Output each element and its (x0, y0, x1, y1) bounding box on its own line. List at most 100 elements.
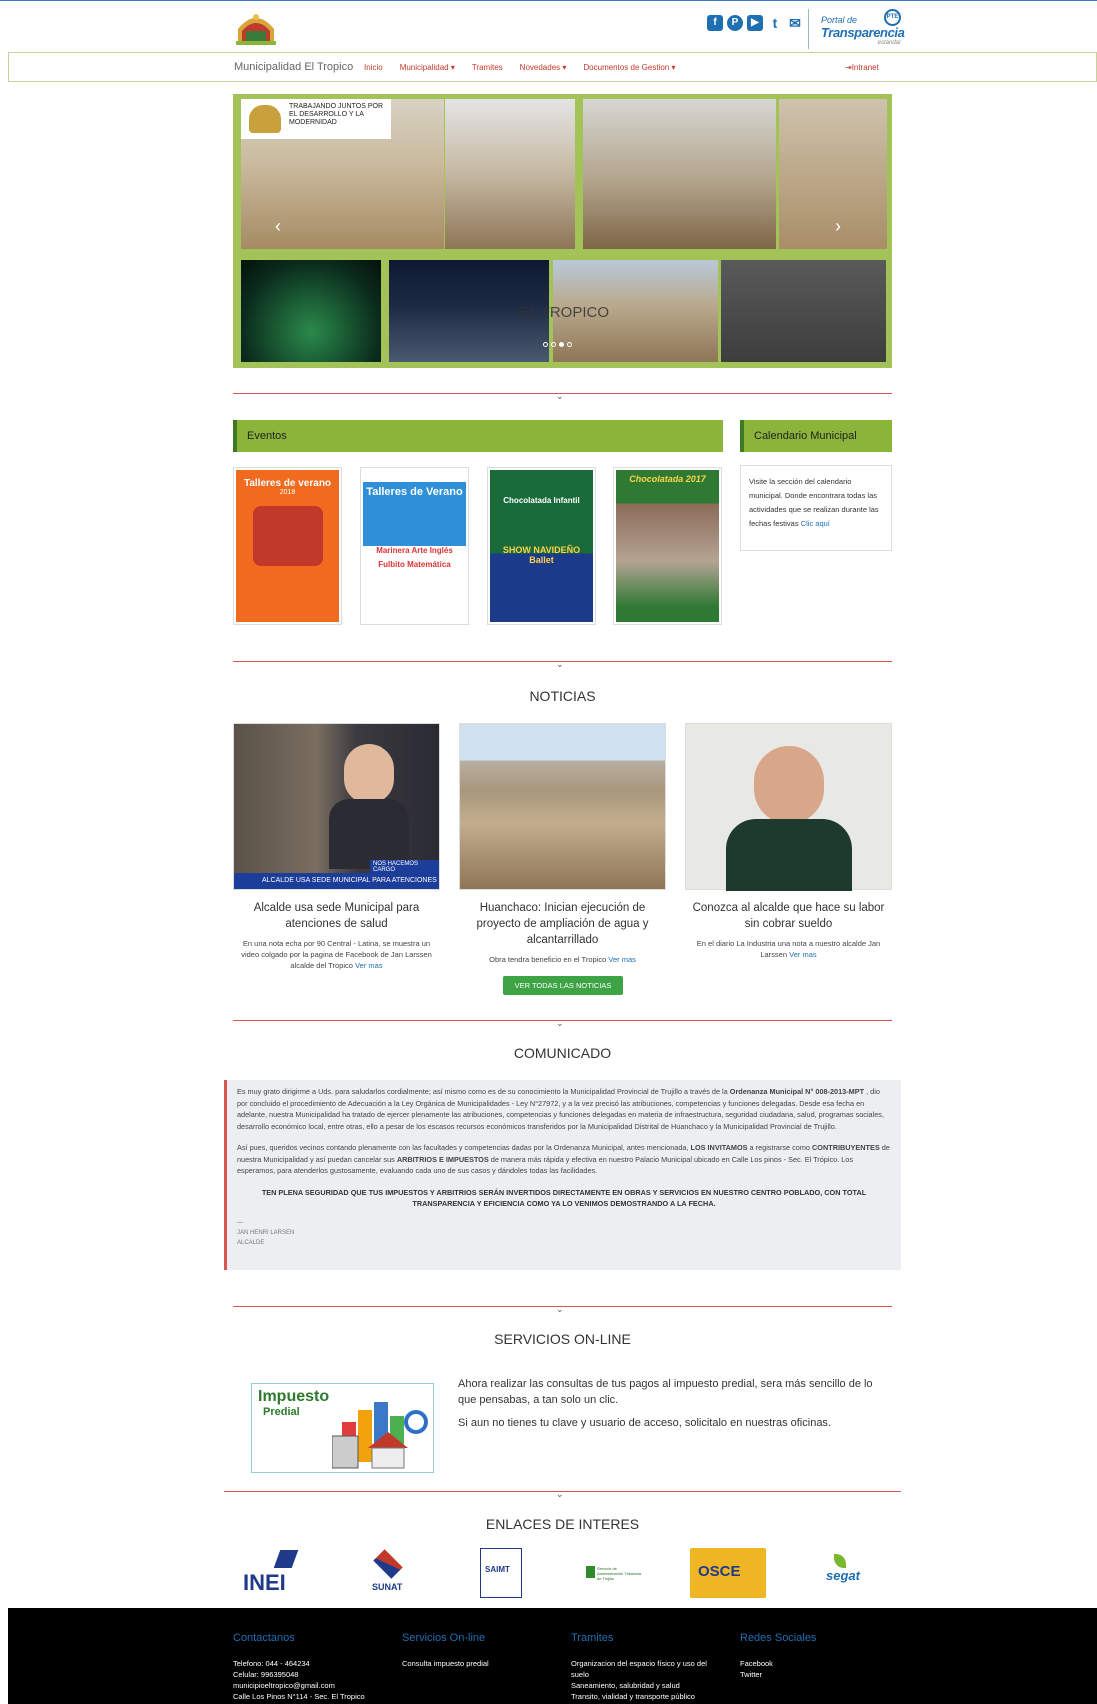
inei-link[interactable]: INEI (243, 1548, 305, 1598)
pinterest-icon[interactable]: P (727, 15, 743, 31)
footer-services: Servicios On-line Consulta impuesto pred… (402, 1608, 489, 1669)
comunicado-paragraph: Es muy grato dirigirme a Uds. para salud… (237, 1087, 884, 1131)
noticias-heading: NOTICIAS (529, 688, 596, 704)
osce-logo-text: OSCE (698, 1563, 741, 1580)
sat-logo-text: Servicio de Administración Tributaria de… (597, 1566, 642, 1581)
carousel-dot[interactable] (567, 342, 572, 347)
municipality-logo[interactable] (234, 11, 278, 47)
ver-todas-noticias-button[interactable]: VER TODAS LAS NOTICIAS (503, 976, 623, 995)
inei-logo-text: INEI (243, 1570, 286, 1595)
servicios-text: Ahora realizar las consultas de tus pago… (458, 1376, 892, 1438)
footer-redes-title: Redes Sociales (740, 1632, 817, 1644)
event-poster[interactable]: Talleres de verano 2018 (233, 467, 342, 625)
enlaces-heading: ENLACES DE INTERES (485, 1516, 640, 1532)
servicios-paragraph: Ahora realizar las consultas de tus pago… (458, 1378, 873, 1406)
comunicado-dash: — (237, 1219, 243, 1226)
pte-badge-icon: PTE (884, 9, 901, 26)
footer-service-link[interactable]: Consulta impuesto predial (402, 1658, 489, 1669)
social-icons: f P ▶ t ✉ (707, 15, 803, 31)
comunicado-heading: COMUNICADO (513, 1045, 612, 1061)
carousel-next-icon[interactable]: › (835, 216, 841, 237)
poster-sub: SHOW NAVIDEÑO Ballet (502, 545, 581, 565)
news-desc: En una nota echa por 90 Central - Latina… (241, 939, 432, 970)
carousel-dot[interactable] (543, 342, 548, 347)
nav-item-novedades[interactable]: Novedades ▾ (520, 63, 567, 72)
footer-facebook-link[interactable]: Facebook (740, 1658, 816, 1669)
footer-email[interactable]: municipioeltropico@gmail.com (233, 1680, 365, 1691)
carousel-dot-active[interactable] (559, 342, 564, 347)
poster-heading: Chocolatada Infantil (503, 496, 580, 505)
poster-heading: Talleres de Verano (366, 486, 463, 498)
nav-item-municipalidad[interactable]: Municipalidad ▾ (400, 63, 455, 72)
comunicado-paragraph: Así pues, queridos vecinos contando plen… (237, 1143, 890, 1175)
calendario-heading: Calendario Municipal (740, 420, 892, 452)
osce-link[interactable]: OSCE (690, 1548, 766, 1598)
calendario-link[interactable]: Clic aquí (801, 519, 830, 528)
sunat-link[interactable]: SUNAT (364, 1548, 414, 1598)
news-overlay: ALCALDE USA SEDE MUNICIPAL PARA ATENCION… (234, 873, 439, 900)
segat-logo-text: segat (826, 1568, 860, 1583)
news-tag: NOS HACEMOS CARGO (370, 860, 439, 874)
chevron-down-icon: ⌄ (556, 659, 564, 669)
footer-services-title: Servicios On-line (402, 1632, 486, 1644)
footer-address: Calle Los Pinos N°114 - Sec. El Tropico (233, 1692, 365, 1701)
comunicado-highlight: TEN PLENA SEGURIDAD QUE TUS IMPUESTOS Y … (261, 1187, 867, 1209)
intranet-link[interactable]: ⇥Intranet (845, 63, 879, 72)
sat-trujillo-link[interactable]: Servicio de Administración Tributaria de… (586, 1548, 642, 1598)
impuesto-predial-link[interactable]: Impuesto Predial (251, 1383, 434, 1473)
servicios-paragraph: Si aun no tienes tu clave y usuario de a… (458, 1417, 831, 1429)
event-poster[interactable]: Talleres de Verano Marinera Arte Inglés … (360, 467, 469, 625)
portal-subtitle: estándar (877, 40, 901, 46)
calculator-house-icon (332, 1402, 428, 1469)
footer-tramites: Tramites Organizacion del espacio físico… (571, 1608, 721, 1702)
slide-logo-icon (249, 105, 281, 133)
chevron-down-icon: ⌄ (556, 1489, 564, 1499)
nav-item-documentos[interactable]: Documentos de Gestion ▾ (583, 63, 675, 72)
nav-item-tramites[interactable]: Tramites (472, 63, 503, 72)
event-poster[interactable]: Chocolatada Infantil SHOW NAVIDEÑO Balle… (487, 467, 596, 625)
twitter-icon[interactable]: t (767, 15, 783, 31)
segat-link[interactable]: segat (822, 1548, 862, 1598)
news-read-more-link[interactable]: Ver mas (355, 961, 383, 970)
slide-logo-text: TRABAJANDO JUNTOS POR EL DESARROLLO Y LA… (289, 103, 383, 126)
footer-tramites-title: Tramites (571, 1632, 614, 1644)
calendario-box: Visite la sección del calendario municip… (740, 465, 892, 551)
eventos-heading: Eventos (233, 420, 723, 452)
sunat-logo-text: SUNAT (372, 1582, 403, 1592)
image-carousel: TRABAJANDO JUNTOS POR EL DESARROLLO Y LA… (233, 94, 892, 368)
footer-tramite-link[interactable]: Saneamiento, salubridad y salud (571, 1680, 721, 1691)
news-read-more-link[interactable]: Ver mas (789, 950, 817, 959)
navbar-brand[interactable]: Municipalidad El Tropico (234, 61, 353, 73)
portal-title: Transparencia (821, 25, 905, 40)
carousel-caption: EL TROPICO (519, 304, 610, 321)
news-image[interactable]: NOS HACEMOS CARGO ALCALDE USA SEDE MUNIC… (233, 723, 440, 900)
news-image[interactable] (459, 723, 666, 890)
carousel-dot[interactable] (551, 342, 556, 347)
slide-logo-banner: TRABAJANDO JUNTOS POR EL DESARROLLO Y LA… (241, 99, 391, 139)
youtube-icon[interactable]: ▶ (747, 15, 763, 31)
poster-sub: Marinera Arte Inglés Fulbito Matemática (376, 546, 453, 569)
comunicado-role: ALCALDE (237, 1239, 265, 1246)
slide-photo-presentation (721, 260, 886, 362)
nav-item-inicio[interactable]: Inicio (364, 63, 383, 72)
footer-contact-title: Contactanos (233, 1632, 295, 1644)
footer-cell: Celular: 996395048 (233, 1670, 299, 1679)
footer-tramite-link[interactable]: Transito, vialidad y transporte público (571, 1691, 721, 1702)
mail-icon[interactable]: ✉ (787, 15, 803, 31)
chevron-down-icon: ⌄ (556, 1018, 564, 1028)
news-card: Huanchaco: Inician ejecución de proyecto… (459, 723, 666, 965)
news-title[interactable]: Huanchaco: Inician ejecución de proyecto… (459, 900, 666, 948)
footer-twitter-link[interactable]: Twitter (740, 1669, 816, 1680)
footer-tramite-link[interactable]: Organizacion del espacio físico y uso de… (571, 1658, 721, 1680)
saimt-link[interactable]: SAIMT (480, 1548, 522, 1598)
news-title[interactable]: Conozca al alcalde que hace su labor sin… (685, 900, 892, 932)
facebook-icon[interactable]: f (707, 15, 723, 31)
slide-photo-dancers (241, 260, 381, 362)
news-image[interactable] (685, 723, 892, 891)
slide-photo-bulldozer (583, 99, 776, 249)
carousel-prev-icon[interactable]: ‹ (275, 216, 281, 237)
event-poster[interactable]: Chocolatada 2017 (613, 467, 722, 625)
news-card: NOS HACEMOS CARGO ALCALDE USA SEDE MUNIC… (233, 723, 440, 971)
portal-transparencia-link[interactable]: PTE Portal de Transparencia estándar (808, 9, 905, 49)
news-read-more-link[interactable]: Ver mas (608, 955, 636, 964)
